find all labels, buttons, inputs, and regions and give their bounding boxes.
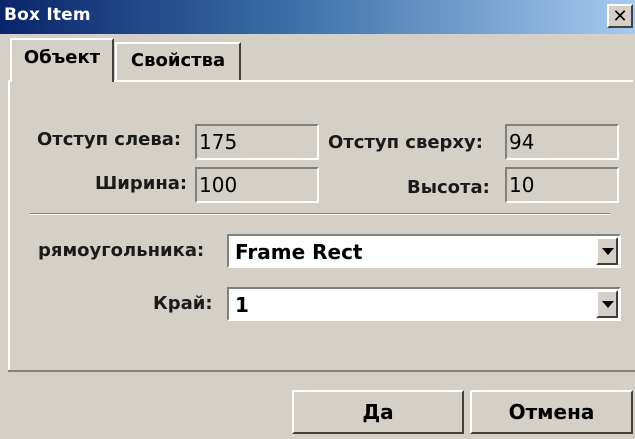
tab-object[interactable]: Объект [10,38,114,82]
tab-properties-label: Свойства [130,50,226,71]
tab-object-label: Объект [23,47,101,68]
title-bar: Box Item ✕ [0,0,635,34]
tab-properties[interactable]: Свойства [115,42,241,80]
ok-button[interactable]: Да [292,390,464,434]
tab-panel [8,80,633,370]
window-title: Box Item [4,5,91,25]
close-icon: ✕ [612,6,628,27]
cancel-button[interactable]: Отмена [470,390,633,434]
close-button[interactable]: ✕ [607,4,633,28]
footer-divider [8,370,635,372]
